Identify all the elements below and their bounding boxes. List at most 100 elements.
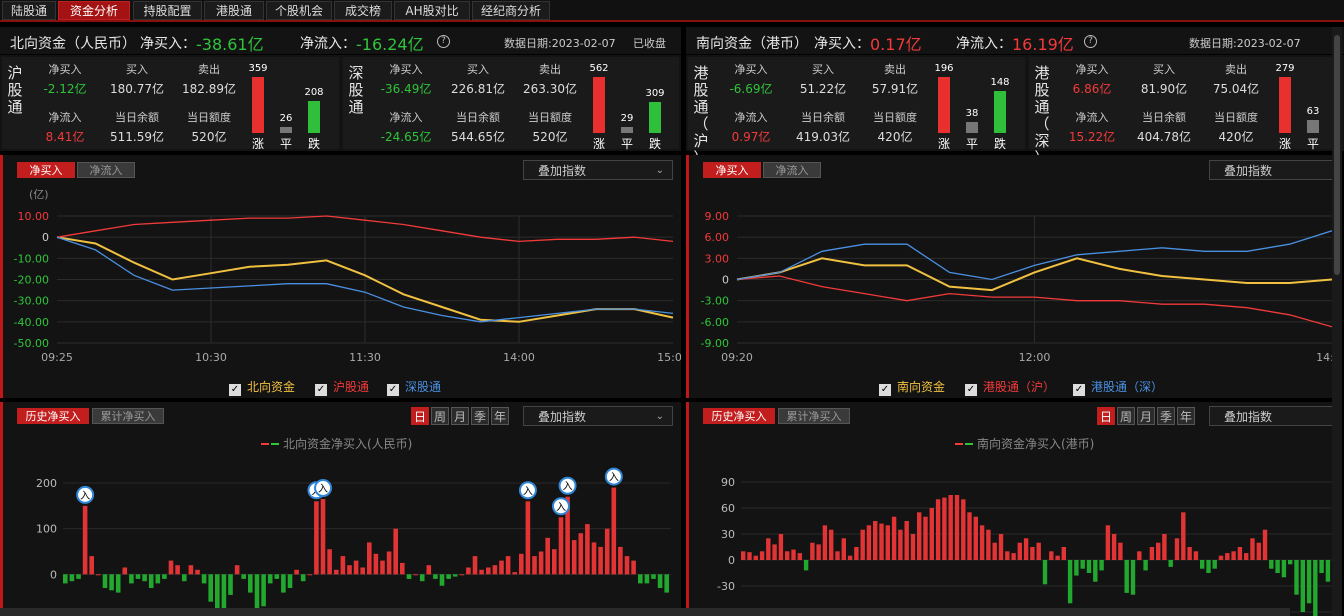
north-summary-header: 北向资金（人民币） 净买入： -38.61亿 净流入： -16.24亿 ? 数据… (0, 27, 681, 55)
inflow-marker-icon[interactable]: 入 (314, 478, 333, 497)
history-bar (380, 560, 385, 575)
inflow-marker-icon[interactable]: 入 (604, 467, 623, 486)
history-bar (651, 574, 656, 579)
history-bar (904, 521, 909, 560)
vertical-scrollbar[interactable] (1332, 27, 1342, 616)
history-bar (917, 512, 922, 560)
history-bar (624, 556, 630, 575)
tab-0[interactable]: 陆股通 (2, 1, 56, 20)
breadth-label-flat: 平 (965, 137, 978, 151)
history-bar (538, 551, 544, 575)
legend-south-fund[interactable]: ✓ 南向资金 (879, 378, 945, 396)
tab-1[interactable]: 资金分析 (58, 1, 130, 20)
history-bar (604, 528, 610, 575)
history-bar (803, 560, 809, 571)
x-tick-label: 14:00 (503, 351, 535, 364)
checkbox-checked-icon[interactable]: ✓ (965, 384, 977, 396)
breadth-count-up: 562 (589, 63, 609, 74)
cell-label: 买入 (812, 63, 834, 76)
legend-label: 沪股通 (333, 380, 370, 394)
legend-north-fund[interactable]: ✓ 北向资金 (229, 378, 295, 396)
checkbox-checked-icon[interactable]: ✓ (229, 384, 241, 396)
inflow-marker-icon[interactable]: 入 (518, 481, 537, 500)
breadth-label-up: 涨 (1278, 137, 1291, 151)
history-bar (873, 521, 878, 560)
legend-label: 南向资金 (897, 380, 946, 394)
checkbox-checked-icon[interactable]: ✓ (879, 384, 891, 396)
tab-3[interactable]: 港股通 (204, 1, 264, 20)
north-sh-connect-block: 沪 股 通 净买入 -2.12亿 净流入 8.41亿 买入 180.77亿 当日余额 511.5… (2, 57, 339, 151)
history-bar (753, 555, 758, 560)
history-bar (618, 546, 623, 575)
cell-value-balance: 511.59亿 (110, 130, 164, 144)
breadth-label-up: 涨 (937, 137, 950, 151)
checkbox-checked-icon[interactable]: ✓ (387, 384, 399, 396)
cell-value-quota: 520亿 (532, 130, 568, 144)
legend-hk-sh-connect[interactable]: ✓ 港股通（沪） (965, 378, 1055, 396)
history-bar (1143, 560, 1148, 571)
cell-label: 当日余额 (115, 111, 159, 124)
help-icon[interactable]: ? (1084, 35, 1097, 48)
cell-value-net-buy: -36.49亿 (380, 82, 432, 96)
history-bar (935, 499, 941, 560)
history-bar (759, 551, 765, 560)
history-bar (241, 574, 246, 579)
history-bar (307, 574, 313, 576)
history-bar (532, 556, 537, 575)
history-bar (360, 567, 365, 575)
history-bar (1005, 551, 1010, 560)
history-bar (201, 574, 207, 584)
marker-label: 入 (523, 486, 533, 497)
cell-label: 净买入 (1075, 63, 1109, 76)
history-bar (942, 497, 947, 560)
history-bar (525, 501, 531, 575)
history-bar (854, 547, 859, 560)
north-intraday-panel: 净买入 净流入 叠加指数 ⌄ (亿) 10.00 0 -10.00 -20.00 -30.0… (0, 155, 681, 398)
y-tick-label: 90 (721, 476, 735, 489)
inflow-marker-icon[interactable]: 入 (76, 485, 95, 504)
breadth-bar-down (308, 100, 320, 133)
y-tick-label: -40.00 (14, 316, 49, 329)
history-bar (115, 574, 121, 593)
horizontal-scrollbar[interactable] (0, 608, 1290, 616)
tab-6[interactable]: AH股对比 (394, 1, 470, 20)
cell-label: 净流入 (1075, 111, 1109, 124)
tab-5[interactable]: 成交榜 (334, 1, 392, 20)
history-bar (1162, 534, 1167, 560)
history-bar (797, 553, 802, 560)
help-icon[interactable]: ? (437, 35, 450, 48)
tab-2[interactable]: 持股配置 (133, 1, 202, 20)
history-bar (1306, 560, 1312, 604)
checkbox-checked-icon[interactable]: ✓ (315, 384, 327, 396)
history-bar (393, 528, 398, 575)
history-bar (188, 565, 194, 575)
breadth-label-down: 跌 (993, 137, 1006, 151)
legend-sh-connect[interactable]: ✓ 沪股通 (315, 378, 369, 396)
cell-label: 当日额度 (873, 111, 917, 124)
south-sh-connect-block: 港 股 通 （ 沪 ） 净买入 -6.69亿净流入 0.97亿 买入 51.22亿当日余额… (688, 57, 1025, 167)
tab-4[interactable]: 个股机会 (266, 1, 332, 20)
breadth-bar-up (938, 77, 950, 133)
inflow-marker-icon[interactable]: 入 (551, 497, 570, 516)
cell-value-sell: 57.91亿 (871, 82, 919, 96)
history-bar (122, 567, 128, 575)
history-bar (1149, 547, 1155, 560)
tab-7[interactable]: 经纪商分析 (472, 1, 550, 20)
history-bar (314, 501, 319, 575)
history-bar (486, 567, 491, 575)
history-bar (898, 529, 903, 560)
y-tick-label: 0 (722, 274, 729, 287)
legend-sz-connect[interactable]: ✓ 深股通 (387, 378, 441, 396)
inflow-marker-icon[interactable]: 入 (558, 476, 577, 495)
cell-value-quota: 420亿 (1218, 130, 1254, 144)
scrollbar-thumb[interactable] (1334, 35, 1340, 275)
legend-label: 深股通 (405, 380, 442, 394)
cell-label: 买入 (1153, 63, 1175, 76)
history-bar (1118, 542, 1123, 560)
breadth-bar-flat (621, 127, 633, 133)
history-bar (611, 487, 617, 575)
breadth-count-up: 359 (248, 63, 268, 74)
legend-hk-sz-connect[interactable]: ✓ 港股通（深） (1073, 378, 1163, 396)
south-title: 南向资金（港币） (696, 36, 808, 52)
checkbox-checked-icon[interactable]: ✓ (1073, 384, 1085, 396)
